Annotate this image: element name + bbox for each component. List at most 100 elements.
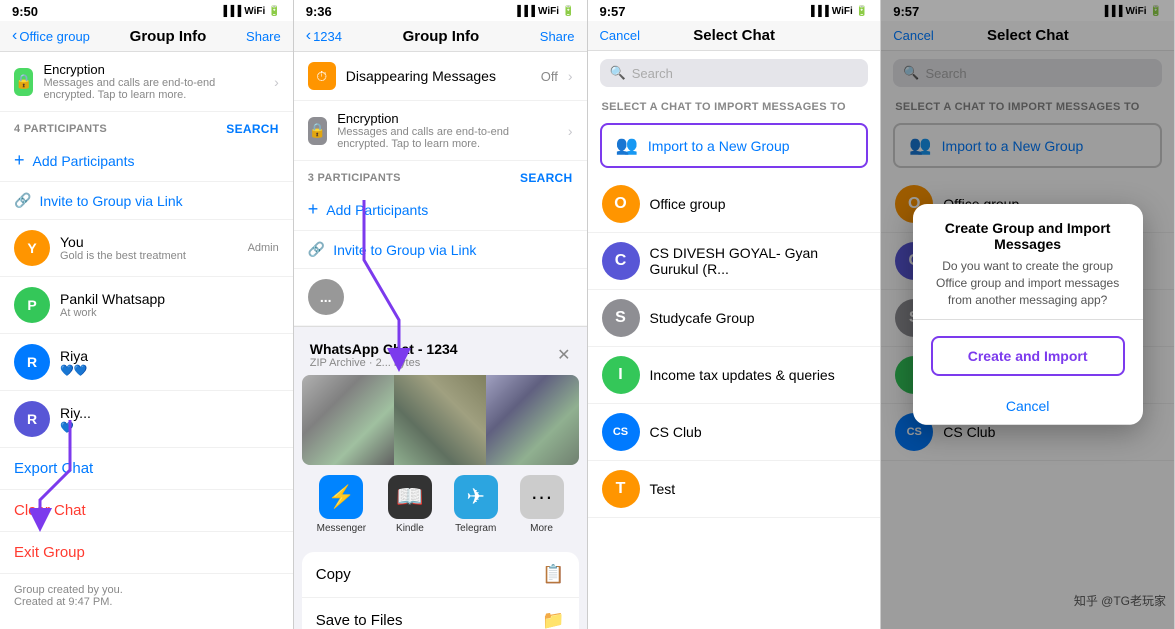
search-button-1[interactable]: SEARCH [226,122,278,136]
wifi-icon-3: WiFi [832,6,853,17]
dialog-message-4: Do you want to create the group Office g… [929,258,1127,308]
link-icon-2: 🔗 [308,241,325,258]
member-riya-name-1: Riya [60,348,279,364]
exit-group-1[interactable]: Exit Group [0,532,293,574]
lock-icon-2: 🔒 [308,117,327,145]
status-icons-3: ▐▐▐ WiFi 🔋 [808,6,869,17]
encryption-title-2: Encryption [337,111,558,126]
import-new-group-3[interactable]: 👥 Import to a New Group [600,123,869,168]
save-action-2[interactable]: Save to Files 📁 [302,598,579,629]
share-app-messenger-2[interactable]: ⚡ Messenger [317,475,366,534]
status-bar-2: 9:36 ▐▐▐ WiFi 🔋 [294,0,587,21]
panel-3-select-chat: 9:57 ▐▐▐ WiFi 🔋 Cancel Select Chat 🔍 Sea… [588,0,882,629]
avatar-income-3: I [602,356,640,394]
add-participants-label-2: Add Participants [326,202,428,218]
chat-office-name-3: Office group [650,196,726,212]
messenger-icon-2: ⚡ [319,475,363,519]
nav-bar-2: ‹ 1234 Group Info Share [294,21,587,52]
share-actions-2: Copy 📋 Save to Files 📁 [302,552,579,629]
chat-test-3[interactable]: T Test [588,461,881,518]
nav-title-2: Group Info [403,28,480,45]
back-button-1[interactable]: ‹ Office group [12,27,90,45]
encryption-row-2[interactable]: 🔒 Encryption Messages and calls are end-… [294,101,587,161]
share-button-2[interactable]: Share [540,29,575,44]
signal-icon-3: ▐▐▐ [808,6,829,17]
chat-office-3[interactable]: O Office group [588,176,881,233]
chat-income-name-3: Income tax updates & queries [650,367,835,383]
avatar-study-3: S [602,299,640,337]
panel-3-content: 🔍 Search SELECT A CHAT TO IMPORT MESSAGE… [588,51,881,629]
close-icon-share-2[interactable]: ✕ [557,345,570,365]
member-partial-2[interactable]: ... [294,269,587,326]
cancel-button-3[interactable]: Cancel [600,28,640,43]
share-apps-row-2: ⚡ Messenger 📖 Kindle ✈ Telegram ··· More [302,465,579,544]
telegram-icon-2: ✈ [454,475,498,519]
back-button-2[interactable]: ‹ 1234 [306,27,342,45]
add-participants-label-1: Add Participants [33,153,135,169]
disappearing-row-2[interactable]: ⏱ Disappearing Messages Off › [294,52,587,101]
avatar-pankil-1: P [14,287,50,323]
battery-icon: 🔋 [268,6,280,17]
file-preview-2 [302,375,579,465]
participants-count-1: 4 PARTICIPANTS [14,123,107,135]
admin-badge-1: Admin [248,242,279,254]
lock-icon-1: 🔒 [14,68,33,96]
share-app-telegram-2[interactable]: ✈ Telegram [454,475,498,534]
clear-chat-label-1: Clear Chat [14,502,86,519]
clear-chat-1[interactable]: Clear Chat [0,490,293,532]
encryption-subtitle-2: Messages and calls are end-to-end encryp… [337,126,558,150]
status-bar-3: 9:57 ▐▐▐ WiFi 🔋 [588,0,881,21]
member-pankil-1[interactable]: P Pankil Whatsapp At work [0,277,293,334]
avatar-cs-3: C [602,242,640,280]
export-chat-label-1: Export Chat [14,460,93,477]
telegram-label-2: Telegram [455,523,496,534]
encryption-text-2: Encryption Messages and calls are end-to… [337,111,558,150]
dialog-title-4: Create Group and Import Messages [929,220,1127,252]
save-icon-2: 📁 [542,610,564,629]
member-riya-text-1: Riya 💙💙 [60,348,279,377]
more-label-2: More [530,523,553,534]
battery-icon-2: 🔋 [562,6,574,17]
participants-header-2: 3 PARTICIPANTS SEARCH [294,161,587,189]
panel-2-content: ⏱ Disappearing Messages Off › 🔒 Encrypti… [294,52,587,629]
invite-link-1[interactable]: 🔗 Invite to Group via Link [0,182,293,220]
member-riy-1[interactable]: R Riy... 💙 [0,391,293,448]
add-participants-1[interactable]: + Add Participants [0,140,293,182]
chat-study-name-3: Studycafe Group [650,310,755,326]
search-bar-3[interactable]: 🔍 Search [600,59,869,87]
status-icons-1: ▐▐▐ WiFi 🔋 [220,6,281,17]
dialog-actions-4: Create and Import Cancel [913,319,1143,425]
cancel-dialog-button-4[interactable]: Cancel [913,388,1143,425]
participants-header-1: 4 PARTICIPANTS SEARCH [0,112,293,140]
plus-icon-2: + [308,199,319,220]
search-button-2[interactable]: SEARCH [520,171,572,185]
avatar-test-3: T [602,470,640,508]
export-chat-1[interactable]: Export Chat [0,448,293,490]
dialog-box-4: Create Group and Import Messages Do you … [913,204,1143,424]
panel-4-dialog: 9:57 ▐▐▐ WiFi 🔋 Cancel Select Chat 🔍 Sea… [881,0,1175,629]
share-button-1[interactable]: Share [246,29,281,44]
share-app-kindle-2[interactable]: 📖 Kindle [388,475,432,534]
encryption-row-1[interactable]: 🔒 Encryption Messages and calls are end-… [0,52,293,112]
invite-link-label-2: Invite to Group via Link [333,242,476,258]
time-1: 9:50 [12,4,38,19]
share-sheet-title-group-2: WhatsApp Chat - 1234 ZIP Archive · 2... … [310,341,458,369]
chevron-right-enc-2: › [568,123,573,139]
invite-link-2[interactable]: 🔗 Invite to Group via Link [294,231,587,269]
add-participants-2[interactable]: + Add Participants [294,189,587,231]
more-icon-2: ··· [520,475,564,519]
chat-income-3[interactable]: I Income tax updates & queries [588,347,881,404]
chat-csclub-3[interactable]: CS CS Club [588,404,881,461]
chat-study-3[interactable]: S Studycafe Group [588,290,881,347]
footer-info-1: Group created by you.Created at 9:47 PM. [0,574,293,618]
disappearing-value-2: Off [541,69,558,84]
avatar-partial-2: ... [308,279,344,315]
member-you-1[interactable]: Y You Gold is the best treatment Admin [0,220,293,277]
wifi-icon: WiFi [244,6,265,17]
create-import-button-4[interactable]: Create and Import [931,336,1125,376]
preview-img-3 [486,375,578,465]
share-app-more-2[interactable]: ··· More [520,475,564,534]
chat-cs-3[interactable]: C CS DIVESH GOYAL- Gyan Gurukul (R... [588,233,881,290]
member-riya-1[interactable]: R Riya 💙💙 [0,334,293,391]
copy-action-2[interactable]: Copy 📋 [302,552,579,598]
